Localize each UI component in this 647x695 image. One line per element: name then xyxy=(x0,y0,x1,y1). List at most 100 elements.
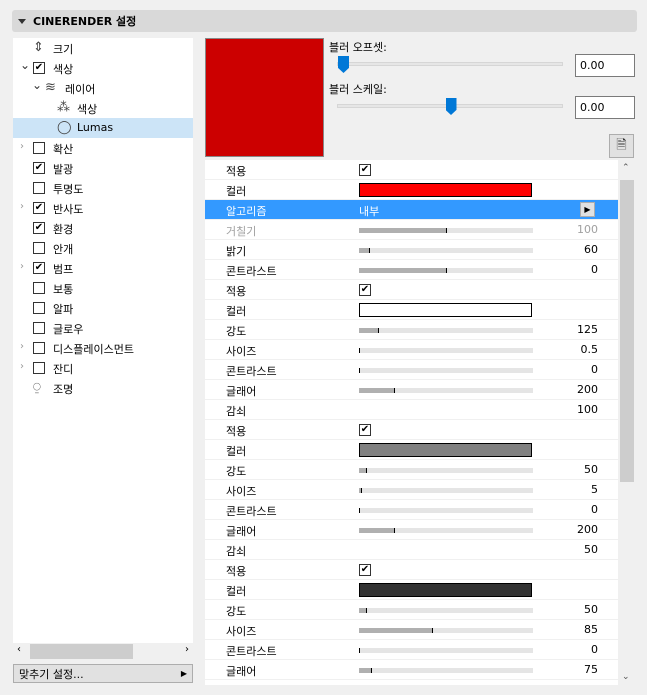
property-slider[interactable] xyxy=(359,468,533,473)
slider-marker[interactable] xyxy=(359,508,360,513)
property-row[interactable]: 적용 ✔ xyxy=(205,420,618,440)
tree-item[interactable]: 안개 xyxy=(13,238,193,258)
tree-item[interactable]: ⍜ 조명 xyxy=(13,378,193,398)
property-slider[interactable] xyxy=(359,628,533,633)
blur-offset-input[interactable]: 0.00 xyxy=(575,54,635,77)
slider-marker[interactable] xyxy=(393,388,395,393)
scroll-left-icon[interactable]: ‹ xyxy=(17,644,21,655)
property-slider[interactable] xyxy=(359,228,533,233)
tree-item[interactable]: › ✔ 범프 xyxy=(13,258,193,278)
slider-marker[interactable] xyxy=(369,248,371,253)
blur-offset-slider[interactable] xyxy=(337,56,563,73)
color-swatch[interactable] xyxy=(359,443,532,457)
property-row[interactable]: 사이즈 0.5 xyxy=(205,340,618,360)
property-row[interactable]: 글래어 75 xyxy=(205,660,618,680)
tree-item[interactable]: ⌄ ✔ 색상 xyxy=(13,58,193,78)
tree-item[interactable]: ⇕ 크기 xyxy=(13,38,193,58)
property-row[interactable]: 컬러 xyxy=(205,300,618,320)
grid-vertical-scrollbar[interactable]: ⌃ ⌄ xyxy=(619,160,635,685)
property-slider[interactable] xyxy=(359,348,533,353)
tree-item[interactable]: ⁂ 색상 xyxy=(13,98,193,118)
property-row[interactable]: 감쇠 100 xyxy=(205,400,618,420)
slider-marker[interactable] xyxy=(446,268,447,273)
property-slider[interactable] xyxy=(359,268,533,273)
scroll-up-icon[interactable]: ⌃ xyxy=(622,163,630,173)
chevron-right-icon[interactable]: › xyxy=(20,141,24,152)
slider-marker[interactable] xyxy=(359,648,360,653)
tree-item[interactable]: 투명도 xyxy=(13,178,193,198)
apply-checkbox[interactable]: ✔ xyxy=(359,564,371,576)
property-slider[interactable] xyxy=(359,528,533,533)
checkbox[interactable] xyxy=(33,322,45,334)
chevron-right-icon[interactable]: › xyxy=(20,341,24,352)
property-row[interactable]: 감쇠 50 xyxy=(205,540,618,560)
property-row[interactable]: 컬러 xyxy=(205,180,618,200)
slider-marker[interactable] xyxy=(359,368,360,373)
scroll-right-icon[interactable]: › xyxy=(185,644,189,655)
property-row[interactable]: 적용 ✔ xyxy=(205,560,618,580)
checkbox[interactable] xyxy=(33,182,45,194)
property-slider[interactable] xyxy=(359,328,533,333)
scroll-down-icon[interactable]: ⌄ xyxy=(622,672,630,682)
property-slider[interactable] xyxy=(359,668,533,673)
tree-horizontal-scrollbar[interactable]: ‹ › xyxy=(13,643,193,660)
slider-marker[interactable] xyxy=(365,608,367,613)
property-row[interactable]: 알고리즘 내부 ▶ xyxy=(205,200,618,220)
tree-item[interactable]: ◯ Lumas xyxy=(13,118,193,138)
checkbox[interactable]: ✔ xyxy=(33,202,45,214)
property-row[interactable]: 콘트라스트 0 xyxy=(205,260,618,280)
apply-checkbox[interactable]: ✔ xyxy=(359,284,371,296)
tree-item[interactable]: › 디스플레이스먼트 xyxy=(13,338,193,358)
property-row[interactable]: 사이즈 85 xyxy=(205,620,618,640)
slider-marker[interactable] xyxy=(432,628,434,633)
color-swatch[interactable] xyxy=(359,183,532,197)
property-slider[interactable] xyxy=(359,608,533,613)
property-slider[interactable] xyxy=(359,368,533,373)
apply-checkbox[interactable]: ✔ xyxy=(359,164,371,176)
property-row[interactable]: 밝기 60 xyxy=(205,240,618,260)
chevron-down-icon[interactable]: ⌄ xyxy=(20,58,30,72)
tree-item[interactable]: ✔ 환경 xyxy=(13,218,193,238)
property-row[interactable]: 강도 125 xyxy=(205,320,618,340)
scrollbar-thumb[interactable] xyxy=(30,644,133,659)
checkbox[interactable]: ✔ xyxy=(33,62,45,74)
checkbox[interactable]: ✔ xyxy=(33,262,45,274)
chevron-right-icon[interactable]: › xyxy=(20,361,24,372)
checkbox[interactable]: ✔ xyxy=(33,162,45,174)
property-slider[interactable] xyxy=(359,488,533,493)
slider-marker[interactable] xyxy=(359,348,360,353)
chevron-right-icon[interactable]: › xyxy=(20,261,24,272)
export-button[interactable]: 🗎 xyxy=(609,134,634,158)
checkbox[interactable] xyxy=(33,282,45,294)
tree-item[interactable]: 글로우 xyxy=(13,318,193,338)
checkbox[interactable] xyxy=(33,242,45,254)
property-slider[interactable] xyxy=(359,388,533,393)
color-swatch[interactable] xyxy=(359,303,532,317)
chevron-right-icon[interactable]: › xyxy=(20,201,24,212)
blur-scale-input[interactable]: 0.00 xyxy=(575,96,635,119)
property-row[interactable]: 거칠기 100 xyxy=(205,220,618,240)
checkbox[interactable] xyxy=(33,302,45,314)
tree-item[interactable]: › 확산 xyxy=(13,138,193,158)
menu-arrow-button[interactable]: ▶ xyxy=(580,202,595,217)
checkbox[interactable] xyxy=(33,342,45,354)
blur-scale-slider[interactable] xyxy=(337,98,563,115)
chevron-down-icon[interactable]: ⌄ xyxy=(32,78,42,92)
property-row[interactable]: 적용 ✔ xyxy=(205,280,618,300)
property-slider[interactable] xyxy=(359,248,533,253)
scrollbar-thumb[interactable] xyxy=(620,180,634,482)
slider-marker[interactable] xyxy=(446,228,447,233)
property-row[interactable]: 글래어 200 xyxy=(205,520,618,540)
tree-item[interactable]: › 잔디 xyxy=(13,358,193,378)
slider-marker[interactable] xyxy=(365,468,367,473)
property-row[interactable]: 글래어 200 xyxy=(205,380,618,400)
property-row[interactable]: 컬러 xyxy=(205,440,618,460)
property-slider[interactable] xyxy=(359,648,533,653)
checkbox[interactable]: ✔ xyxy=(33,222,45,234)
fit-settings-button[interactable]: 맞추기 설정... ▶ xyxy=(13,664,193,683)
panel-header[interactable]: CINERENDER 설정 xyxy=(12,10,637,32)
property-row[interactable]: 강도 50 xyxy=(205,460,618,480)
slider-thumb[interactable] xyxy=(445,98,457,115)
property-row[interactable]: 강도 50 xyxy=(205,600,618,620)
color-swatch[interactable] xyxy=(359,583,532,597)
